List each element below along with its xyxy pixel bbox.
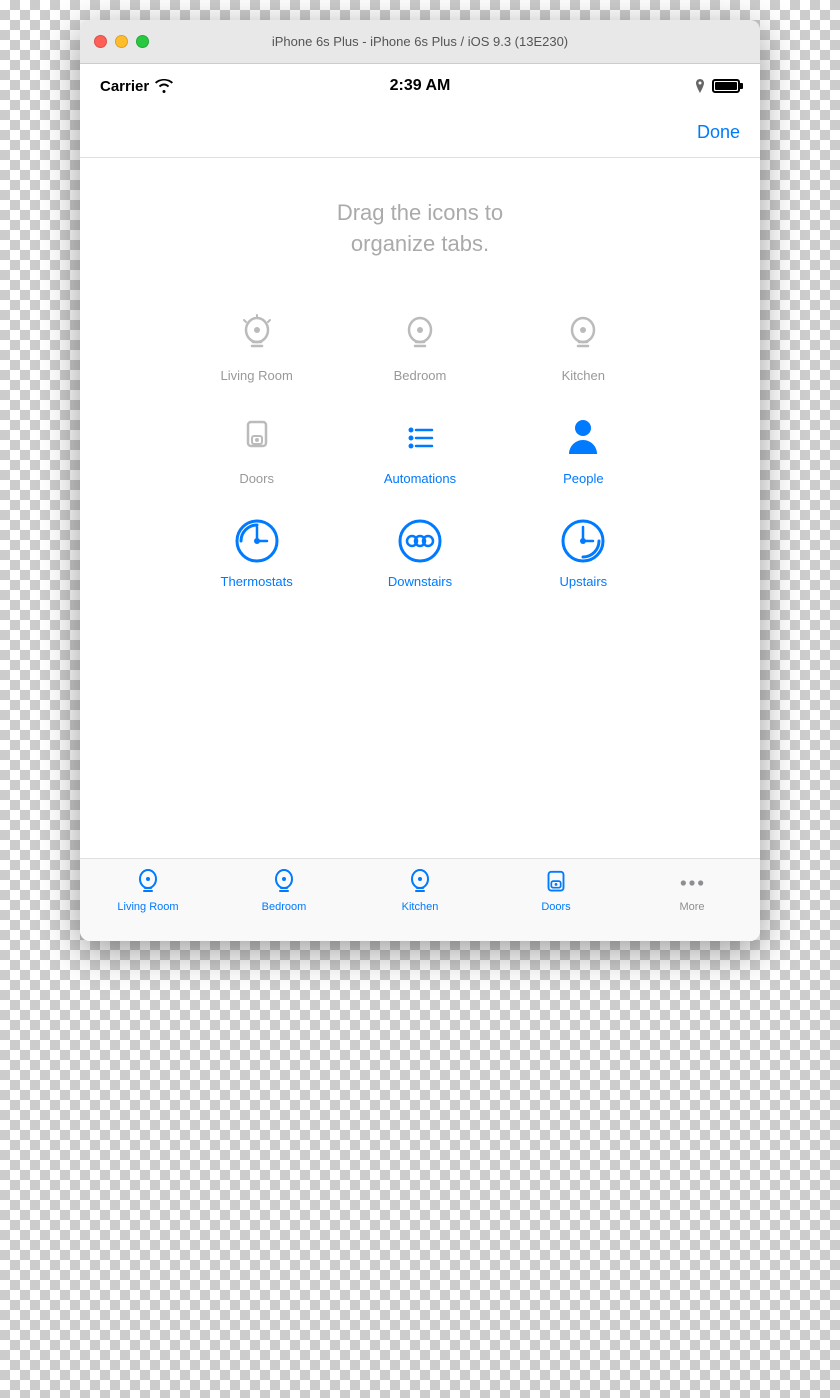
- battery-fill: [715, 82, 737, 90]
- people-label: People: [563, 471, 603, 486]
- bedroom-icon: [395, 310, 445, 360]
- maximize-button[interactable]: [136, 35, 149, 48]
- location-icon: [694, 79, 706, 93]
- drag-instruction: Drag the icons toorganize tabs.: [337, 198, 503, 260]
- main-content: Drag the icons toorganize tabs.: [80, 158, 760, 858]
- wifi-icon: [155, 79, 173, 93]
- status-bar: Carrier 2:39 AM: [80, 64, 760, 108]
- icons-grid: Living Room Bedroom: [180, 310, 660, 589]
- upstairs-icon: [558, 516, 608, 566]
- window-title: iPhone 6s Plus - iPhone 6s Plus / iOS 9.…: [272, 34, 568, 49]
- grid-item-bedroom[interactable]: Bedroom: [343, 310, 496, 383]
- grid-item-people[interactable]: People: [507, 413, 660, 486]
- tab-kitchen-icon: [406, 869, 434, 897]
- people-icon: [558, 413, 608, 463]
- living-room-icon: [232, 310, 282, 360]
- tab-item-bedroom[interactable]: Bedroom: [216, 869, 352, 913]
- tab-living-room-label: Living Room: [117, 901, 178, 913]
- grid-item-doors[interactable]: Doors: [180, 413, 333, 486]
- thermostats-label: Thermostats: [221, 574, 293, 589]
- tab-bar: Living Room Bedroom: [80, 858, 760, 941]
- done-button[interactable]: Done: [697, 122, 740, 143]
- mac-window-buttons: [94, 35, 149, 48]
- doors-icon: [232, 413, 282, 463]
- automations-label: Automations: [384, 471, 456, 486]
- bedroom-label: Bedroom: [394, 368, 447, 383]
- upstairs-label: Upstairs: [559, 574, 607, 589]
- downstairs-label: Downstairs: [388, 574, 452, 589]
- downstairs-icon: [395, 516, 445, 566]
- grid-item-kitchen[interactable]: Kitchen: [507, 310, 660, 383]
- tab-living-room-icon: [134, 869, 162, 897]
- automations-icon: [395, 413, 445, 463]
- thermostats-icon: [232, 516, 282, 566]
- tab-more-icon: [678, 869, 706, 897]
- tab-item-kitchen[interactable]: Kitchen: [352, 869, 488, 913]
- battery-icon: [712, 79, 740, 93]
- status-time: 2:39 AM: [390, 77, 451, 95]
- tab-doors-label: Doors: [541, 901, 570, 913]
- tab-item-more[interactable]: More: [624, 869, 760, 913]
- carrier-label: Carrier: [100, 78, 149, 95]
- status-right: [694, 79, 740, 93]
- nav-bar: Done: [80, 108, 760, 158]
- close-button[interactable]: [94, 35, 107, 48]
- kitchen-label: Kitchen: [562, 368, 605, 383]
- grid-item-living-room[interactable]: Living Room: [180, 310, 333, 383]
- tab-bedroom-icon: [270, 869, 298, 897]
- tab-doors-icon: [542, 869, 570, 897]
- grid-item-thermostats[interactable]: Thermostats: [180, 516, 333, 589]
- doors-label: Doors: [239, 471, 274, 486]
- grid-item-downstairs[interactable]: Downstairs: [343, 516, 496, 589]
- minimize-button[interactable]: [115, 35, 128, 48]
- grid-item-upstairs[interactable]: Upstairs: [507, 516, 660, 589]
- grid-item-automations[interactable]: Automations: [343, 413, 496, 486]
- tab-kitchen-label: Kitchen: [402, 901, 439, 913]
- tab-item-living-room[interactable]: Living Room: [80, 869, 216, 913]
- living-room-label: Living Room: [221, 368, 293, 383]
- mac-titlebar: iPhone 6s Plus - iPhone 6s Plus / iOS 9.…: [80, 20, 760, 64]
- kitchen-icon: [558, 310, 608, 360]
- status-left: Carrier: [100, 78, 173, 95]
- tab-item-doors[interactable]: Doors: [488, 869, 624, 913]
- tab-bedroom-label: Bedroom: [262, 901, 307, 913]
- tab-more-label: More: [679, 901, 704, 913]
- phone-frame: Carrier 2:39 AM: [80, 64, 760, 941]
- mac-window: iPhone 6s Plus - iPhone 6s Plus / iOS 9.…: [80, 20, 760, 941]
